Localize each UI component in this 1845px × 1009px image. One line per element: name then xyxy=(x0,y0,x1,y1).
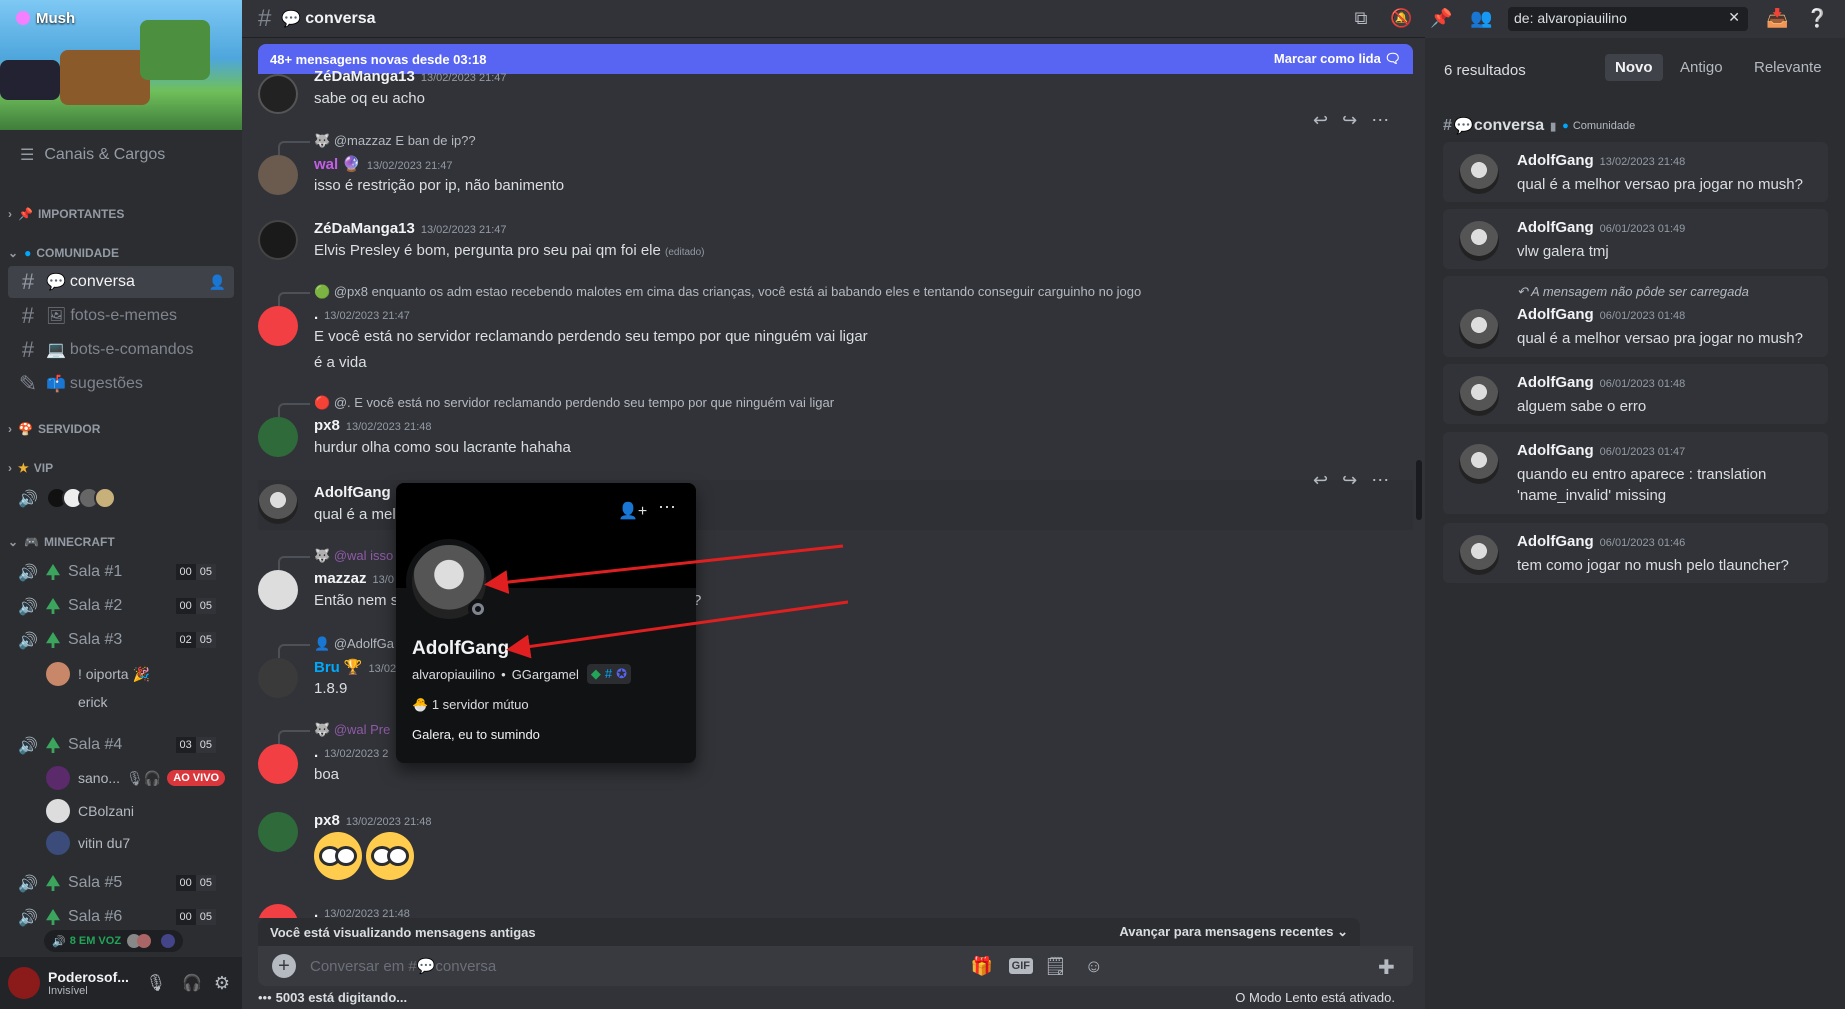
arrow xyxy=(506,600,849,659)
search-result[interactable]: ↶ A mensagem não pôde ser carregada Adol… xyxy=(1443,276,1828,357)
discord-window: Mush ☰ Canais & Cargos › 📌 IMPORTANTES ⌄ ● CO… xyxy=(0,0,1845,1009)
reply-not-loaded: ↶ A mensagem não pôde ser carregada xyxy=(1517,284,1749,299)
search-result[interactable]: AdolfGang 06/01/2023 01:47 quando eu entr… xyxy=(1443,432,1828,514)
tab-new[interactable]: Novo xyxy=(1605,54,1663,81)
dot-icon: ● xyxy=(1562,120,1569,132)
search-result[interactable]: AdolfGang 06/01/2023 01:49 vlw galera tmj xyxy=(1443,209,1828,269)
avatar xyxy=(1459,154,1499,194)
avatar xyxy=(1459,309,1499,349)
hash-icon: # xyxy=(1443,117,1452,134)
tab-relevant[interactable]: Relevante xyxy=(1744,54,1832,81)
reply-icon: ↶ xyxy=(1517,284,1528,299)
search-result[interactable]: AdolfGang 13/02/2023 21:48 qual é a melho… xyxy=(1443,142,1828,202)
avatar xyxy=(1459,444,1499,484)
result-channel-header[interactable]: # 💬 conversa ▮ ● Comunidade xyxy=(1443,116,1635,136)
results-count: 6 resultados xyxy=(1444,62,1526,79)
folder-icon: ▮ xyxy=(1550,120,1557,133)
avatar xyxy=(1459,221,1499,261)
search-result[interactable]: AdolfGang 06/01/2023 01:46 tem como jogar… xyxy=(1443,523,1828,583)
tab-old[interactable]: Antigo xyxy=(1670,54,1733,81)
avatar xyxy=(1459,535,1499,575)
search-result[interactable]: AdolfGang 06/01/2023 01:48 alguem sabe o … xyxy=(1443,364,1828,424)
search-results-panel: 6 resultados Novo Antigo Relevante # 💬 con… xyxy=(1425,38,1845,1009)
arrow xyxy=(484,544,844,595)
avatar xyxy=(1459,376,1499,416)
speech-icon: 💬 xyxy=(1453,118,1474,135)
